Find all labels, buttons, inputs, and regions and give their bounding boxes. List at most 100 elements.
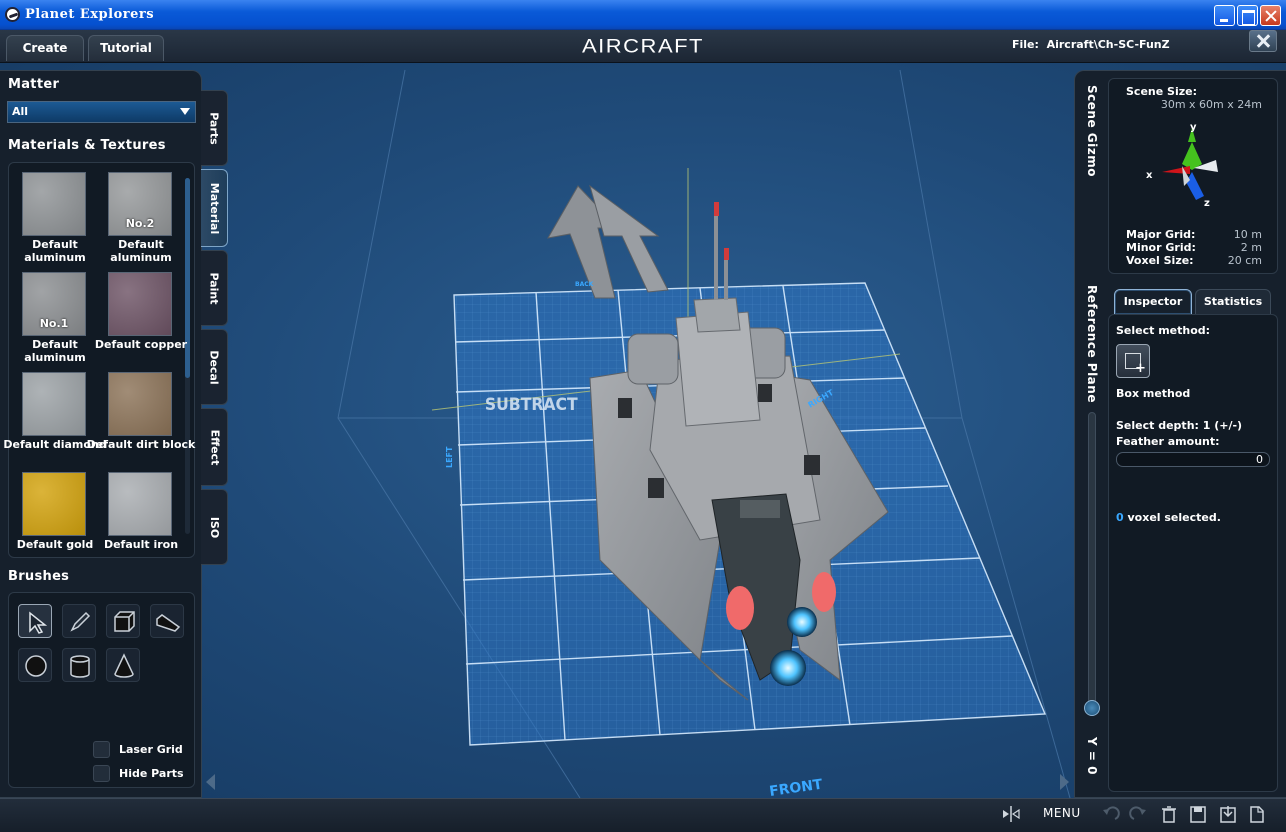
materials-label: Materials & Textures [8, 138, 166, 153]
matter-dropdown[interactable]: All [7, 101, 196, 123]
material-tile[interactable]: No.2 Default aluminum [94, 172, 180, 268]
box-brush-button[interactable] [106, 604, 140, 638]
tab-statistics[interactable]: Statistics [1195, 289, 1271, 315]
material-tile[interactable]: Default diamond [3, 372, 107, 468]
voxel-count: 0 [1116, 511, 1124, 524]
material-tile[interactable]: No.1 Default aluminum [8, 272, 94, 368]
collapse-right-icon[interactable] [1060, 774, 1069, 790]
voxel-size-label: Voxel Size: [1126, 254, 1194, 267]
hide-parts-checkbox[interactable] [93, 765, 110, 782]
material-swatch [22, 172, 86, 236]
tab-material-label: Material [208, 182, 222, 234]
material-tag: No.1 [39, 317, 69, 330]
cube-icon [114, 611, 135, 632]
axis-z-label: z [1204, 198, 1210, 209]
file-path: File: Aircraft\Ch-SC-FunZ [1012, 38, 1170, 51]
left-label: LEFT [445, 446, 454, 468]
material-swatch [108, 272, 172, 336]
save-icon[interactable] [1187, 804, 1209, 824]
cone-brush-button[interactable] [106, 648, 140, 682]
material-tag: No.2 [125, 217, 155, 230]
material-tile[interactable]: Default dirt block [87, 372, 195, 468]
scene-gizmo-title: Scene Gizmo [1085, 85, 1099, 177]
box-method-label: Box method [1116, 387, 1191, 400]
matter-selected: All [12, 105, 29, 118]
cylinder-brush-button[interactable] [62, 648, 96, 682]
reference-plane-title: Reference Plane [1085, 285, 1099, 403]
menu-button[interactable]: MENU [1043, 806, 1081, 820]
tab-effect-label: Effect [208, 429, 222, 465]
tab-iso-label: ISO [208, 516, 221, 538]
axis-y-label: y [1190, 122, 1197, 133]
close-window-button[interactable] [1260, 5, 1281, 26]
sphere-icon [25, 655, 47, 677]
front-label: FRONT [768, 777, 824, 798]
material-tile[interactable]: Default copper [94, 272, 187, 368]
chevron-down-icon [180, 108, 190, 115]
window-title: Planet Explorers [25, 7, 155, 22]
close-editor-button[interactable] [1249, 30, 1277, 52]
tab-material[interactable]: Material [201, 169, 228, 247]
laser-grid-checkbox[interactable] [93, 741, 110, 758]
operation-label: SUBTRACT [485, 394, 579, 414]
redo-icon[interactable] [1127, 804, 1149, 824]
minimize-button[interactable] [1214, 5, 1235, 26]
material-name: Default aluminum [110, 238, 172, 264]
reference-plane-slider[interactable] [1088, 412, 1096, 716]
trash-icon[interactable] [1158, 804, 1180, 824]
maximize-button[interactable] [1237, 5, 1258, 26]
tab-decal[interactable]: Decal [201, 329, 228, 405]
box-method-button[interactable]: + [1116, 344, 1150, 378]
reference-plane-slider-handle[interactable] [1084, 700, 1100, 716]
major-grid-label: Major Grid: [1126, 228, 1196, 241]
matter-label: Matter [8, 77, 60, 92]
export-icon[interactable] [1217, 804, 1239, 824]
voxel-selected-text: voxel selected. [1127, 511, 1221, 524]
select-brush-button[interactable] [18, 604, 52, 638]
collapse-left-icon[interactable] [206, 774, 215, 790]
wedge-brush-button[interactable] [150, 604, 184, 638]
undo-icon[interactable] [1100, 804, 1122, 824]
material-swatch: No.2 [108, 172, 172, 236]
back-label: BACK [575, 281, 594, 288]
minor-grid-value: 2 m [1240, 241, 1262, 254]
axis-x-label: x [1146, 170, 1153, 181]
material-tile[interactable]: Default iron [94, 472, 180, 568]
pencil-brush-button[interactable] [62, 604, 96, 638]
laser-grid-label: Laser Grid [119, 743, 183, 756]
brushes-label: Brushes [8, 569, 70, 584]
tab-create[interactable]: Create [6, 35, 84, 61]
material-tile[interactable]: Default gold [8, 472, 94, 568]
material-tile[interactable]: Default aluminum [8, 172, 94, 268]
select-method-label: Select method: [1116, 324, 1211, 337]
tab-decal-label: Decal [208, 349, 221, 385]
major-grid-value: 10 m [1233, 228, 1262, 241]
scene-size-value: 30m x 60m x 24m [1160, 98, 1262, 111]
tab-paint[interactable]: Paint [201, 250, 228, 326]
tab-paint-label: Paint [208, 271, 221, 305]
title-bar[interactable]: Planet Explorers [0, 0, 1286, 30]
sphere-brush-button[interactable] [18, 648, 52, 682]
plus-icon: + [1135, 361, 1146, 376]
feather-amount-field[interactable]: 0 [1116, 452, 1270, 467]
tab-tutorial[interactable]: Tutorial [88, 35, 164, 61]
tab-effect[interactable]: Effect [201, 408, 228, 486]
material-swatch [108, 372, 172, 436]
axis-gizmo-icon[interactable]: y x z [1140, 116, 1230, 210]
cone-icon [114, 653, 134, 678]
material-name: Default copper [94, 338, 188, 351]
scene-size-label: Scene Size: [1126, 85, 1197, 98]
tab-parts[interactable]: Parts [201, 90, 228, 166]
cylinder-icon [70, 655, 90, 678]
new-file-icon[interactable] [1246, 804, 1268, 824]
tab-parts-label: Parts [208, 111, 222, 145]
file-label: File: [1012, 38, 1039, 51]
file-path-value: Aircraft\Ch-SC-FunZ [1046, 38, 1170, 51]
tab-inspector[interactable]: Inspector [1114, 289, 1192, 315]
reference-plane-y-value: Y = 0 [1085, 737, 1099, 775]
mirror-icon[interactable] [1000, 804, 1022, 824]
material-swatch [22, 372, 86, 436]
tab-iso[interactable]: ISO [201, 489, 228, 565]
pencil-icon [70, 611, 91, 632]
material-swatch: No.1 [22, 272, 86, 336]
